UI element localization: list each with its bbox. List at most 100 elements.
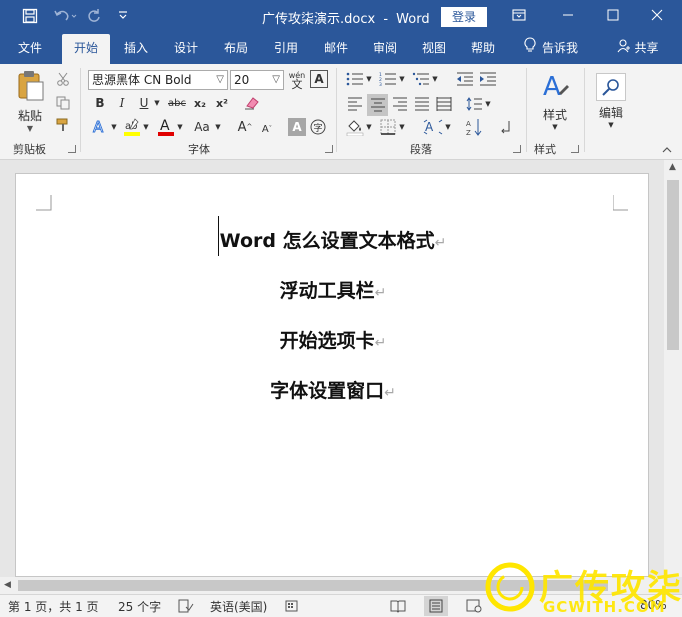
redo-icon[interactable]: [85, 8, 103, 26]
line-spacing-dropdown-icon[interactable]: ▼: [484, 94, 492, 114]
show-formatting-marks-icon[interactable]: [496, 117, 516, 137]
close-icon[interactable]: [646, 6, 668, 28]
tab-insert[interactable]: 插入: [112, 34, 160, 64]
tab-design[interactable]: 设计: [162, 34, 210, 64]
document-heading-line-2[interactable]: 浮动工具栏↵: [16, 276, 650, 303]
bold-button[interactable]: B: [92, 94, 108, 112]
subscript-button[interactable]: x₂: [191, 94, 209, 112]
ribbon-display-options-icon[interactable]: [508, 6, 530, 28]
bullets-dropdown-icon[interactable]: ▼: [365, 70, 373, 88]
app-name: Word: [396, 12, 430, 27]
styles-launcher-icon[interactable]: [571, 145, 579, 153]
numbering-icon[interactable]: 123: [378, 70, 398, 88]
svg-text:A: A: [543, 72, 561, 101]
document-heading-line-4[interactable]: 字体设置窗口↵: [16, 376, 650, 403]
borders-icon[interactable]: [378, 117, 398, 137]
strikethrough-button[interactable]: abc: [166, 94, 188, 112]
tab-help[interactable]: 帮助: [459, 34, 507, 64]
clear-formatting-icon[interactable]: [243, 94, 261, 112]
tab-review[interactable]: 审阅: [361, 34, 409, 64]
paragraph-mark: ↵: [384, 385, 396, 401]
align-right-icon[interactable]: [390, 94, 410, 114]
highlight-dropdown-icon[interactable]: ▼: [142, 117, 150, 137]
clipboard-launcher-icon[interactable]: [68, 145, 76, 153]
tab-references[interactable]: 引用: [262, 34, 310, 64]
tab-file[interactable]: 文件: [6, 34, 54, 64]
decrease-indent-icon[interactable]: [455, 70, 475, 88]
tab-view[interactable]: 视图: [410, 34, 458, 64]
font-launcher-icon[interactable]: [325, 145, 333, 153]
align-center-icon[interactable]: [367, 94, 388, 116]
undo-icon[interactable]: [52, 8, 78, 26]
italic-button[interactable]: I: [114, 94, 130, 112]
word-count[interactable]: 25 个字: [118, 598, 161, 615]
document-heading-line-3[interactable]: 开始选项卡↵: [16, 326, 650, 353]
grow-font-button[interactable]: A ^: [236, 116, 254, 138]
underline-dropdown-icon[interactable]: ▼: [152, 94, 162, 112]
web-layout-icon[interactable]: [466, 599, 482, 616]
login-button[interactable]: 登录: [441, 7, 487, 27]
tab-home[interactable]: 开始: [62, 34, 110, 64]
styles-gallery-button[interactable]: A 样式 ▼: [534, 68, 576, 134]
tab-tell-me[interactable]: 告诉我: [515, 34, 587, 64]
text-effects-dropdown-icon[interactable]: ▼: [110, 117, 118, 137]
macro-record-icon[interactable]: [285, 599, 301, 616]
distributed-icon[interactable]: [434, 94, 454, 114]
format-painter-icon[interactable]: [54, 116, 72, 134]
maximize-icon[interactable]: [602, 6, 624, 28]
collapse-ribbon-icon[interactable]: [660, 144, 674, 156]
multilevel-dropdown-icon[interactable]: ▼: [431, 70, 439, 88]
font-color-icon[interactable]: A: [156, 116, 176, 138]
shrink-font-button[interactable]: Aˇ: [258, 119, 276, 139]
multilevel-list-icon[interactable]: [411, 70, 431, 88]
vertical-scroll-thumb[interactable]: [667, 180, 679, 350]
read-mode-icon[interactable]: [390, 599, 406, 616]
share-button[interactable]: 共享: [608, 34, 668, 64]
character-border-button[interactable]: A: [310, 70, 328, 88]
scroll-left-arrow-icon[interactable]: ◀: [4, 580, 11, 590]
editing-button[interactable]: 编辑 ▼: [590, 68, 632, 134]
character-shading-button[interactable]: A: [288, 118, 306, 136]
minimize-icon[interactable]: [557, 6, 579, 28]
align-left-icon[interactable]: [345, 94, 365, 114]
phonetic-guide-button[interactable]: wén 文: [288, 69, 306, 91]
chinese-layout-dropdown-icon[interactable]: ▼: [444, 117, 452, 137]
text-effects-icon[interactable]: A: [90, 117, 110, 137]
borders-dropdown-icon[interactable]: ▼: [398, 117, 406, 137]
change-case-button[interactable]: Aa: [190, 116, 214, 138]
justify-icon[interactable]: [412, 94, 432, 114]
chinese-layout-icon[interactable]: A: [422, 117, 444, 137]
enclose-characters-icon[interactable]: 字: [309, 118, 327, 136]
copy-icon[interactable]: [54, 94, 72, 112]
print-layout-icon[interactable]: [424, 596, 448, 616]
shading-icon[interactable]: [345, 117, 365, 137]
tab-mailings[interactable]: 邮件: [312, 34, 360, 64]
bullets-icon[interactable]: [345, 70, 365, 88]
change-case-dropdown-icon[interactable]: ▼: [214, 117, 222, 137]
numbering-dropdown-icon[interactable]: ▼: [398, 70, 406, 88]
save-icon[interactable]: [21, 8, 39, 26]
font-color-dropdown-icon[interactable]: ▼: [176, 117, 184, 137]
paste-button[interactable]: 粘贴 ▼: [10, 70, 50, 133]
superscript-button[interactable]: x²: [213, 94, 231, 112]
document-page[interactable]: Word 怎么设置文本格式↵ 浮动工具栏↵ 开始选项卡↵ 字体设置窗口↵: [15, 173, 649, 577]
cut-icon[interactable]: [54, 70, 72, 88]
language[interactable]: 英语(美国): [210, 598, 267, 615]
highlight-color-icon[interactable]: ab: [122, 116, 142, 138]
page-count[interactable]: 第 1 页，共 1 页: [8, 598, 99, 615]
proofing-icon[interactable]: [178, 599, 194, 616]
shading-dropdown-icon[interactable]: ▼: [365, 117, 373, 137]
scroll-up-arrow-icon[interactable]: ▲: [669, 162, 676, 172]
font-size-combo[interactable]: 20 ▽: [230, 70, 284, 90]
vertical-scrollbar[interactable]: ▲: [664, 160, 682, 577]
font-name-combo[interactable]: 思源黑体 CN Bold ▽: [88, 70, 228, 90]
customize-qat-icon[interactable]: [114, 8, 132, 26]
sort-icon[interactable]: AZ: [464, 117, 484, 137]
group-divider: [526, 68, 527, 152]
increase-indent-icon[interactable]: [478, 70, 498, 88]
line-spacing-icon[interactable]: [464, 94, 484, 114]
document-heading-line-1[interactable]: Word 怎么设置文本格式↵: [16, 226, 650, 253]
tab-layout[interactable]: 布局: [212, 34, 260, 64]
paragraph-launcher-icon[interactable]: [513, 145, 521, 153]
underline-button[interactable]: U: [136, 94, 152, 112]
